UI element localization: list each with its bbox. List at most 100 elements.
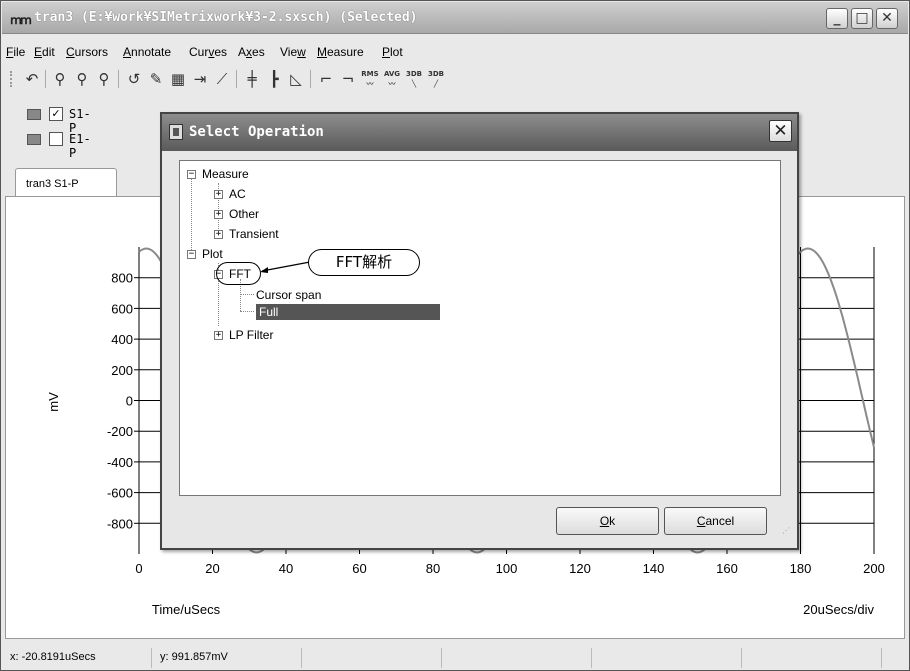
undo-zoom-icon[interactable]: ↶ [22,69,42,89]
tree-item-plot[interactable]: Plot [202,246,223,262]
resize-grip[interactable]: ⋰ [782,527,794,541]
3db-high-icon[interactable]: 3DB ╱ [426,69,446,89]
status-cell-empty [592,648,742,668]
rise-edge-icon[interactable]: ⌐ [316,69,336,89]
annotate-abc-icon[interactable]: ✎ [146,69,166,89]
fft-annotation-callout: FFT解析 [308,249,420,276]
menu-plot[interactable]: Plot [382,45,403,59]
legend-label: E1-P [69,132,91,160]
expand-transient-icon[interactable]: + [214,230,223,239]
3db-low-icon[interactable]: 3DB ╲ [404,69,424,89]
callout-pointer [260,261,311,273]
dialog-title-bar[interactable]: Select Operation ✕ [162,114,797,151]
rms-icon[interactable]: RMS 〰 [360,69,380,89]
x-tick-label: 100 [496,561,518,576]
avg-icon[interactable]: AVG 〰 [382,69,402,89]
toolbar-separator [236,70,237,88]
grid-arrow-icon[interactable]: ⇥ [190,69,210,89]
collapse-measure-icon[interactable]: − [187,170,196,179]
y-tick-label: -200 [107,424,133,439]
title-bar[interactable]: ՠՠ tran3 (E:¥work¥SIMetrixwork¥3-2.sxsch… [2,2,908,34]
x-tick-label: 160 [716,561,738,576]
status-cell-empty [442,648,592,668]
x-tick-label: 200 [863,561,885,576]
dialog-title: Select Operation [189,124,324,140]
y-tick-label: 200 [111,363,133,378]
tree-connector [240,294,254,295]
tree-item-ac[interactable]: AC [229,186,246,202]
toolbar: ↶ ⚲ ⚲ ⚲ ↺ ✎ ▦ ⇥ ⟋ ╪ ┣ ◺ ⌐ ¬ RMS 〰 AVG 〰 3D… [2,65,908,93]
tree-connector [240,311,254,312]
curve-visible-checkbox[interactable] [49,132,63,146]
menu-curves[interactable]: Curves [189,45,227,59]
status-x-readout: x: -20.8191uSecs [2,648,152,668]
x-tick-label: 60 [352,561,366,576]
menu-cursors[interactable]: Cursors [66,45,108,59]
close-button[interactable]: ✕ [876,8,898,29]
app-icon: ՠՠ [10,13,32,28]
tree-item-measure[interactable]: Measure [202,166,249,182]
dialog-close-button[interactable]: ✕ [769,120,792,142]
status-y-readout: y: 991.857mV [152,648,302,668]
separate-grid-icon[interactable]: ╪ [242,69,262,89]
y-tick-label: 400 [111,332,133,347]
y-tick-label: -600 [107,486,133,501]
x-tick-label: 20 [205,561,219,576]
status-cell-empty [742,648,882,668]
scale-per-division-label: 20uSecs/div [803,602,874,617]
zoom-box-icon[interactable]: ⚲ [72,69,92,89]
toolbar-separator [118,70,119,88]
tree-item-transient[interactable]: Transient [229,226,279,242]
zoom-in-icon[interactable]: ⚲ [50,69,70,89]
minimize-button[interactable]: _ [826,8,848,29]
toolbar-separator [310,70,311,88]
curve-color-swatch [27,109,41,120]
tree-item-full[interactable]: Full [256,304,440,320]
fall-edge-icon[interactable]: ¬ [338,69,358,89]
tree-connector [191,175,192,254]
grid-abc-icon[interactable]: ▦ [168,69,188,89]
expand-ac-icon[interactable]: + [214,190,223,199]
menu-view[interactable]: View [280,45,306,59]
zoom-out-icon[interactable]: ⚲ [94,69,114,89]
tree-item-lp-filter[interactable]: LP Filter [229,327,273,343]
menu-axes[interactable]: Axes [238,45,265,59]
x-tick-label: 140 [643,561,665,576]
menu-measure[interactable]: Measure [317,45,364,59]
dialog-app-icon [169,124,183,140]
y-tick-label: -800 [107,516,133,531]
y-tick-label: 800 [111,271,133,286]
status-bar: x: -20.8191uSecs y: 991.857mV [2,646,908,670]
app-window: ՠՠ tran3 (E:¥work¥SIMetrixwork¥3-2.sxsch… [0,0,910,671]
pan-icon[interactable]: ↺ [124,69,144,89]
split-axes-icon[interactable]: ⟋ [212,69,232,89]
x-tick-label: 120 [569,561,591,576]
collapse-plot-icon[interactable]: − [187,250,196,259]
toolbar-grip[interactable] [10,71,14,87]
menu-edit[interactable]: Edit [34,45,55,59]
log-axis-icon[interactable]: ◺ [286,69,306,89]
select-operation-dialog: Select Operation ✕ − Measure + AC + Othe… [160,112,799,550]
y-tick-label: -400 [107,455,133,470]
menu-file[interactable]: File [6,45,25,59]
curve-color-swatch [27,134,41,145]
x-tick-label: 80 [426,561,440,576]
curve-visible-checkbox[interactable]: ✓ [49,107,63,121]
x-tick-label: 180 [790,561,812,576]
stack-icon[interactable]: ┣ [264,69,284,89]
x-tick-label: 40 [279,561,293,576]
cancel-button[interactable]: Cancel [664,507,767,535]
operation-tree[interactable]: − Measure + AC + Other + Transient − Plo… [179,160,781,496]
expand-lp-filter-icon[interactable]: + [214,331,223,340]
status-cell-empty [302,648,442,668]
tree-item-other[interactable]: Other [229,206,259,222]
expand-other-icon[interactable]: + [214,210,223,219]
maximize-button[interactable]: □ [851,8,873,29]
tree-item-cursor-span[interactable]: Cursor span [256,287,321,303]
y-tick-label: 0 [126,394,133,409]
toolbar-separator [45,70,46,88]
ok-button[interactable]: Ok [556,507,659,535]
tab-tran3-s1p[interactable]: tran3 S1-P [15,168,117,197]
y-axis-label: mV [46,392,61,412]
menu-annotate[interactable]: Annotate [123,45,171,59]
